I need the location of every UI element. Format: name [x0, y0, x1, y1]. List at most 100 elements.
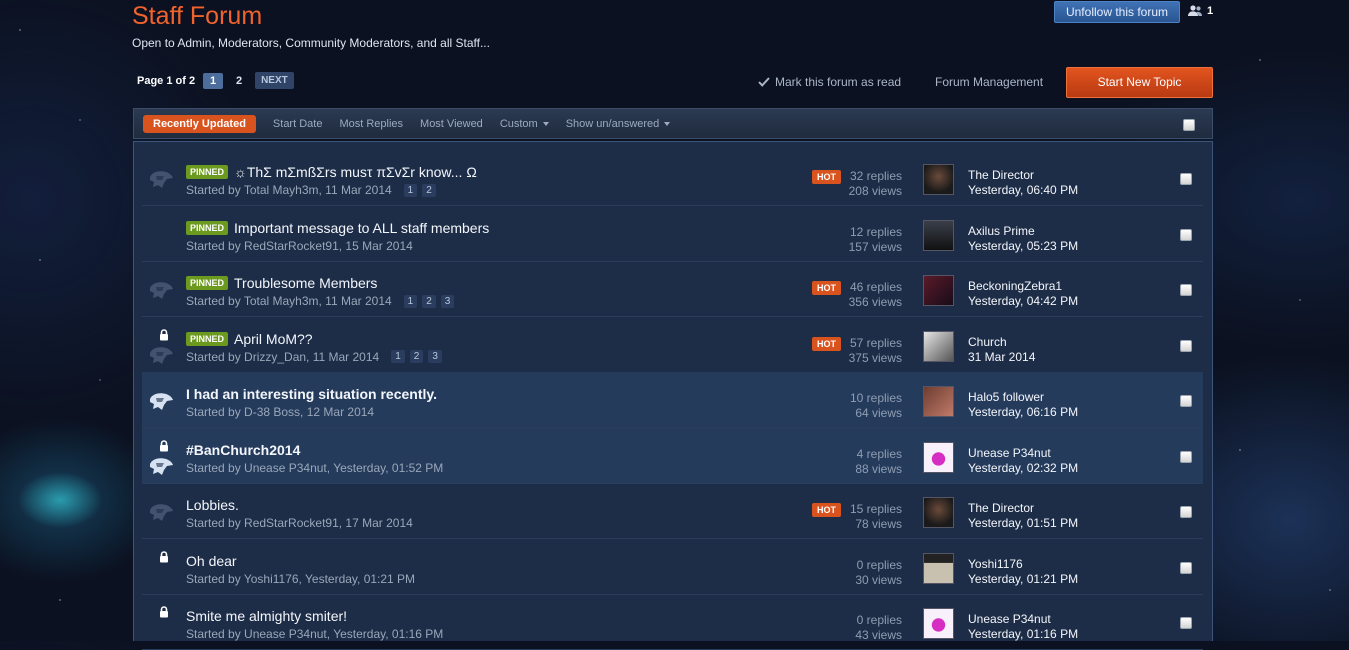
topic-title-link[interactable]: Troublesome Members	[234, 275, 377, 291]
topic-started-by: Started by RedStarRocket91, 15 Mar 2014	[186, 238, 413, 253]
last-post-date[interactable]: Yesterday, 01:51 PM	[968, 516, 1078, 530]
topic-replies: 46 replies	[849, 280, 902, 294]
last-poster-avatar[interactable]	[923, 164, 954, 195]
topic-select-checkbox[interactable]	[1180, 506, 1192, 518]
status-helmet-icon	[150, 393, 173, 410]
topic-select-checkbox[interactable]	[1180, 395, 1192, 407]
pinned-badge: PINNED	[186, 220, 229, 235]
topic-status	[146, 317, 180, 372]
last-poster-avatar[interactable]	[923, 275, 954, 306]
filter-show-unanswered-dropdown[interactable]: Show un/answered	[566, 118, 671, 130]
topic-select-checkbox[interactable]	[1180, 561, 1192, 574]
last-poster-name[interactable]: The Director	[968, 501, 1034, 515]
topic-page-link[interactable]: 2	[422, 183, 436, 197]
last-poster-name[interactable]: BeckoningZebra1	[968, 279, 1062, 293]
topic-title-link[interactable]: ☼ThΣ mΣmßΣrs musτ πΣvΣr know... Ω	[234, 164, 477, 180]
mark-forum-read-link[interactable]: Mark this forum as read	[758, 75, 901, 89]
topic-meta: Started by RedStarRocket91, 15 Mar 2014	[186, 239, 413, 253]
filter-label: Most Viewed	[420, 117, 483, 130]
topic-page-link[interactable]: 1	[391, 350, 405, 363]
mark-read-label: Mark this forum as read	[775, 75, 902, 89]
topic-title-link[interactable]: Important message to ALL staff members	[234, 220, 489, 236]
topic-meta: Started by Total Mayh3m, 11 Mar 2014 12	[186, 183, 436, 197]
topic-select-checkbox[interactable]	[1180, 173, 1192, 185]
topic-stats: 12 replies 157 views	[802, 225, 902, 255]
last-post-date[interactable]: Yesterday, 05:23 PM	[968, 239, 1078, 253]
topic-filter-bar: Recently Updated Start Date Most Replies…	[133, 108, 1213, 139]
topic-views: 88 views	[855, 461, 902, 476]
topic-row: PINNED Important message to ALL staff me…	[142, 206, 1203, 262]
forum-management-link[interactable]: Forum Management	[935, 75, 1043, 89]
page-2-link[interactable]: 2	[229, 73, 249, 89]
topic-page-link[interactable]: 1	[403, 183, 418, 197]
last-poster-avatar[interactable]	[923, 219, 954, 251]
last-poster-name[interactable]: Halo5 follower	[968, 390, 1044, 404]
pagination: Page 1 of 2 1 2 NEXT	[137, 72, 294, 89]
lock-icon	[160, 328, 168, 340]
topic-title-link[interactable]: Lobbies.	[186, 497, 239, 513]
topic-page-link[interactable]: 2	[409, 350, 424, 363]
last-poster-name[interactable]: Unease P34nut	[968, 612, 1051, 626]
last-poster-avatar[interactable]	[923, 497, 954, 528]
topic-page-link[interactable]: 1	[403, 294, 418, 308]
status-helmet-icon	[150, 282, 173, 299]
last-post-date[interactable]: Yesterday, 01:16 PM	[968, 627, 1078, 641]
filter-start-date[interactable]: Start Date	[273, 118, 323, 130]
last-poster-name[interactable]: Axilus Prime	[968, 224, 1035, 238]
topic-replies: 57 replies	[849, 335, 902, 350]
last-post-date[interactable]: Yesterday, 01:21 PM	[968, 572, 1078, 586]
followers-count[interactable]: 1	[1187, 5, 1213, 17]
topic-title-link[interactable]: Smite me almighty smiter!	[186, 608, 347, 624]
last-poster-name[interactable]: Yoshi1176	[968, 557, 1023, 571]
topic-page-link[interactable]: 2	[422, 294, 436, 308]
topic-select-checkbox[interactable]	[1180, 339, 1192, 352]
topic-started-by: Started by Yoshi1176, Yesterday, 01:21 P…	[186, 571, 416, 586]
last-post-date[interactable]: Yesterday, 04:42 PM	[968, 294, 1078, 308]
topic-title-link[interactable]: Oh dear	[186, 553, 237, 569]
topic-page-link[interactable]: 3	[428, 350, 442, 363]
next-page-button[interactable]: NEXT	[255, 72, 294, 89]
filter-custom-dropdown[interactable]: Custom	[500, 118, 549, 130]
filter-label: Show un/answered	[565, 117, 660, 130]
topic-pages: 123	[403, 294, 455, 308]
topic-title-line: PINNED ☼ThΣ mΣmßΣrs musτ πΣvΣr know... Ω	[186, 164, 477, 180]
topic-row: Lobbies. Started by RedStarRocket91, 17 …	[142, 483, 1203, 539]
topic-started-by: Started by Unease P34nut, Yesterday, 01:…	[186, 627, 444, 641]
topic-stats: 32 replies 208 views	[802, 169, 902, 199]
topic-select-checkbox[interactable]	[1180, 284, 1192, 296]
last-poster-name[interactable]: The Director	[968, 168, 1034, 182]
last-poster-name[interactable]: Church	[968, 335, 1007, 349]
select-all-checkbox[interactable]	[1183, 119, 1195, 131]
topic-views: 208 views	[848, 184, 902, 198]
last-post-date[interactable]: Yesterday, 06:40 PM	[968, 183, 1078, 197]
last-poster-avatar[interactable]	[923, 441, 954, 473]
last-post-date[interactable]: Yesterday, 02:32 PM	[968, 461, 1078, 475]
topic-pages: 12	[403, 183, 436, 197]
topic-started-by: Started by RedStarRocket91, 17 Mar 2014	[186, 516, 413, 530]
status-helmet-icon	[150, 171, 173, 188]
topic-select-checkbox[interactable]	[1180, 617, 1192, 629]
topic-replies: 32 replies	[849, 169, 902, 183]
topic-title-link[interactable]: I had an interesting situation recently.	[186, 386, 437, 402]
status-helmet-icon	[150, 346, 173, 364]
page-1-link[interactable]: 1	[203, 72, 224, 89]
last-post-date[interactable]: 31 Mar 2014	[968, 350, 1035, 364]
filter-recently-updated[interactable]: Recently Updated	[143, 114, 256, 133]
filter-most-viewed[interactable]: Most Viewed	[420, 118, 483, 130]
last-poster-avatar[interactable]	[923, 552, 954, 584]
last-poster-avatar[interactable]	[923, 608, 954, 639]
topic-title-link[interactable]: #BanChurch2014	[186, 442, 300, 458]
last-poster-name[interactable]: Unease P34nut	[968, 446, 1051, 460]
topic-page-link[interactable]: 3	[440, 294, 455, 308]
last-poster-avatar[interactable]	[923, 386, 954, 417]
topic-title-link[interactable]: April MoM??	[234, 331, 313, 347]
topic-select-checkbox[interactable]	[1180, 450, 1192, 463]
start-new-topic-button[interactable]: Start New Topic	[1066, 67, 1213, 98]
topic-select-checkbox[interactable]	[1180, 228, 1192, 241]
topic-stats: 57 replies 375 views	[802, 336, 902, 366]
last-post-date[interactable]: Yesterday, 06:16 PM	[968, 405, 1078, 419]
filter-most-replies[interactable]: Most Replies	[339, 118, 403, 130]
topic-meta: Started by RedStarRocket91, 17 Mar 2014	[186, 516, 413, 530]
last-poster-avatar[interactable]	[923, 330, 954, 362]
unfollow-button[interactable]: Unfollow this forum	[1054, 1, 1180, 23]
